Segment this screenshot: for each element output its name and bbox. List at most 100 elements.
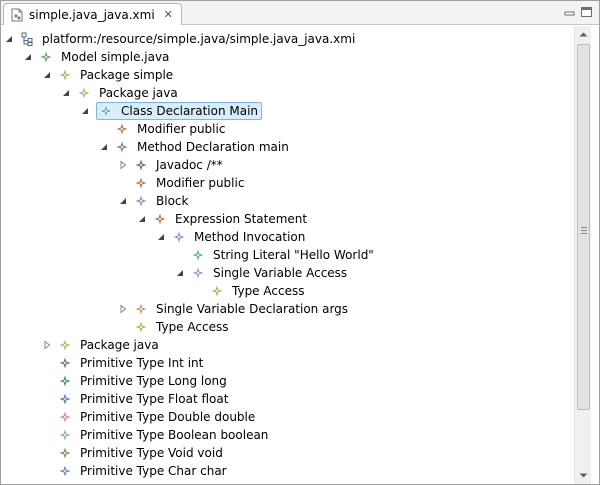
tree-item-label: Single Variable Declaration args [156, 302, 349, 316]
tree-item[interactable]: Method Declaration main [99, 138, 292, 156]
tree-item-label: Block [156, 194, 189, 208]
editor-tab[interactable]: simple.java_java.xmi ✕ [3, 3, 182, 25]
tree-node[interactable]: Type Access [133, 319, 231, 335]
tree-item[interactable]: Type Access [118, 318, 231, 336]
minimize-icon[interactable] [563, 6, 576, 18]
tree-node[interactable]: String Literal "Hello World" [190, 247, 377, 263]
model-icon [38, 49, 54, 65]
tree-item[interactable]: platform:/resource/simple.java/simple.ja… [4, 30, 358, 48]
tree-item[interactable]: Method Invocation [156, 228, 308, 246]
primitive-icon [57, 373, 73, 389]
tree-node[interactable]: Javadoc /** [133, 157, 226, 173]
tree-node[interactable]: Modifier public [133, 175, 247, 191]
expanded-arrow-icon[interactable] [175, 268, 185, 278]
maximize-icon[interactable] [580, 6, 593, 18]
tree-item-label: Type Access [156, 320, 229, 334]
tree-item[interactable]: Single Variable Access [175, 264, 350, 282]
primitive-icon [57, 355, 73, 371]
tree-item[interactable]: Type Access [194, 282, 307, 300]
vertical-scrollbar[interactable] [574, 26, 591, 484]
tree-item[interactable]: Package simple [42, 66, 176, 84]
tree-node[interactable]: Package java [57, 337, 162, 353]
javadoc-icon [133, 157, 149, 173]
literal-icon [190, 247, 206, 263]
tree-node[interactable]: Package simple [57, 67, 176, 83]
expanded-arrow-icon[interactable] [23, 52, 33, 62]
tree-item[interactable]: Primitive Type Void void [42, 444, 226, 462]
tree-item[interactable]: Class Declaration Main [80, 102, 263, 120]
tree-node[interactable]: Primitive Type Void void [57, 445, 226, 461]
tree-node[interactable]: Model simple.java [38, 49, 172, 65]
method-icon [114, 139, 130, 155]
scroll-down-icon[interactable] [575, 468, 591, 484]
scroll-up-icon[interactable] [575, 26, 591, 42]
expanded-arrow-icon[interactable] [99, 142, 109, 152]
expanded-arrow-icon[interactable] [118, 196, 128, 206]
tree-node[interactable]: Method Invocation [171, 229, 308, 245]
scrollbar-thumb[interactable] [577, 44, 590, 410]
tree-item-label: Primitive Type Float float [80, 392, 229, 406]
tree-item[interactable]: Primitive Type Float float [42, 390, 231, 408]
tree-item[interactable]: Expression Statement [137, 210, 310, 228]
tree-item[interactable]: Model simple.java [23, 48, 172, 66]
tree-item-label: Single Variable Access [213, 266, 348, 280]
collapsed-arrow-icon[interactable] [42, 340, 52, 350]
tree-item-label: Method Invocation [194, 230, 306, 244]
expression-icon [152, 211, 168, 227]
tree-node[interactable]: Method Declaration main [114, 139, 292, 155]
collapsed-arrow-icon[interactable] [118, 304, 128, 314]
tree-item[interactable]: Javadoc /** [118, 156, 226, 174]
block-icon [133, 193, 149, 209]
tree-node[interactable]: Single Variable Access [190, 265, 350, 281]
tree-item[interactable]: Primitive Type Double double [42, 408, 258, 426]
resource-icon [20, 32, 34, 46]
tree-item-label: platform:/resource/simple.java/simple.ja… [42, 32, 356, 46]
tree-item[interactable]: Primitive Type Char char [42, 462, 230, 480]
tree-item-label: Modifier public [137, 122, 226, 136]
tree-node[interactable]: Primitive Type Float float [57, 391, 231, 407]
selected-node[interactable]: Class Declaration Main [96, 102, 263, 120]
tree-item-label: Method Declaration main [137, 140, 289, 154]
tree-item[interactable]: Primitive Type Int int [42, 354, 206, 372]
tree-item[interactable]: Primitive Type Boolean boolean [42, 426, 271, 444]
tree-item[interactable]: Modifier public [118, 174, 247, 192]
tree-item[interactable]: Package java [42, 336, 162, 354]
tree-item[interactable]: Single Variable Declaration args [118, 300, 351, 318]
package-icon [57, 67, 73, 83]
tree-node[interactable]: Package java [76, 85, 181, 101]
tree-node[interactable]: Expression Statement [152, 211, 310, 227]
close-icon[interactable]: ✕ [164, 9, 173, 20]
tree-node[interactable]: Primitive Type Boolean boolean [57, 427, 271, 443]
tree-item[interactable]: Block [118, 192, 191, 210]
xmi-file-icon [10, 8, 24, 22]
collapsed-arrow-icon[interactable] [118, 160, 128, 170]
invocation-icon [171, 229, 187, 245]
type-access-icon [209, 283, 225, 299]
model-tree: platform:/resource/simple.java/simple.ja… [2, 26, 574, 484]
tree-node[interactable]: Type Access [209, 283, 307, 299]
tree-item[interactable]: Package java [61, 84, 181, 102]
tree-node[interactable]: Primitive Type Char char [57, 463, 230, 479]
editor-tab-bar: simple.java_java.xmi ✕ [1, 1, 599, 25]
tree-item[interactable]: Primitive Type Long long [42, 372, 230, 390]
expanded-arrow-icon[interactable] [42, 70, 52, 80]
tree-node[interactable]: Primitive Type Double double [57, 409, 258, 425]
expanded-arrow-icon[interactable] [61, 88, 71, 98]
expanded-arrow-icon[interactable] [4, 34, 14, 44]
tree-node[interactable]: Block [133, 193, 191, 209]
tree-item[interactable]: Modifier public [99, 120, 228, 138]
tree-node[interactable]: Primitive Type Int int [57, 355, 206, 371]
modifier-icon [114, 121, 130, 137]
expanded-arrow-icon[interactable] [156, 232, 166, 242]
tree-item-label: Primitive Type Void void [80, 446, 223, 460]
tree-node[interactable]: Single Variable Declaration args [133, 301, 351, 317]
tree-node[interactable]: Primitive Type Long long [57, 373, 230, 389]
tree-item[interactable]: String Literal "Hello World" [175, 246, 377, 264]
tree-node[interactable]: platform:/resource/simple.java/simple.ja… [20, 31, 358, 47]
editor-tab-title: simple.java_java.xmi [29, 7, 155, 22]
tree-node[interactable]: Modifier public [114, 121, 228, 137]
expanded-arrow-icon[interactable] [80, 106, 90, 116]
expanded-arrow-icon[interactable] [137, 214, 147, 224]
